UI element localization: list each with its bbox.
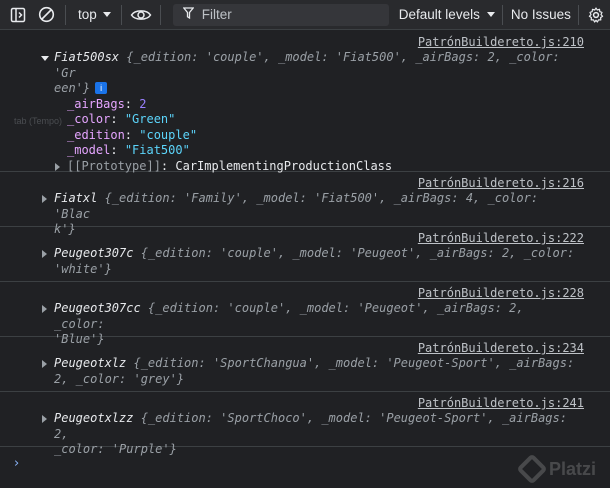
variable-name: Peugeot307c <box>54 246 134 260</box>
gear-icon[interactable] <box>587 6 605 24</box>
object-summary-line2: 2, _color: 'grey'} <box>54 371 185 386</box>
property-key: _edition <box>67 127 125 142</box>
chevron-down-icon <box>486 12 495 17</box>
filter-icon <box>182 7 195 22</box>
console-toolbar: top Default levels No Issues <box>0 0 610 30</box>
filter-input[interactable] <box>201 7 372 22</box>
prototype-value: CarImplementingProductionClass <box>175 158 393 173</box>
toolbar-divider <box>120 4 122 25</box>
log-levels-label: Default levels <box>398 7 480 22</box>
source-link[interactable]: PatrónBuildereto.js:234 <box>418 341 584 357</box>
property-row: _model: "Fiat500" <box>67 143 580 159</box>
property-row: _airBags: 2 <box>67 97 580 113</box>
object-preview[interactable]: Peugeot307c {_edition: 'couple', _model:… <box>42 246 580 262</box>
property-value: 2 <box>139 96 147 111</box>
variable-name: Fiat500sx <box>54 50 120 64</box>
console-message: PatrónBuildereto.js:222 Peugeot307c {_ed… <box>0 227 610 282</box>
variable-name: Peugeotxlz <box>54 356 127 370</box>
object-preview[interactable]: Fiat500sx {_edition: 'couple', _model: '… <box>41 50 580 81</box>
object-summary-line2: een'} <box>54 81 91 95</box>
toolbar-divider <box>577 4 579 25</box>
platzi-watermark: Platzi <box>516 453 596 485</box>
filter-box[interactable] <box>172 3 389 26</box>
source-link[interactable]: PatrónBuildereto.js:216 <box>418 176 584 192</box>
object-preview[interactable]: Peugeotxlz {_edition: 'SportChangua', _m… <box>42 356 580 372</box>
console-message: PatrónBuildereto.js:228 Peugeot307cc {_e… <box>0 282 610 346</box>
issues-button[interactable]: No Issues <box>511 7 571 22</box>
object-preview[interactable]: Peugeotxlzz {_edition: 'SportChoco', _mo… <box>42 411 580 442</box>
property-value: "Fiat500" <box>124 143 190 157</box>
console-message: PatrónBuildereto.js:216 Fiatxl {_edition… <box>0 172 610 236</box>
object-summary-wrap: een'} i <box>54 81 580 97</box>
console-output: tab (Tempo) PatrónBuildereto.js:210 Fiat… <box>0 31 610 488</box>
sidebar-icon[interactable] <box>9 6 27 24</box>
object-summary-line1: {_edition: 'couple', _model: 'Peugeot', … <box>133 246 575 260</box>
context-selector[interactable]: top <box>78 7 111 22</box>
variable-name: Peugeot307cc <box>54 301 141 315</box>
object-summary-line1: {_edition: 'Family', _model: 'Fiat500', … <box>54 191 539 221</box>
source-link[interactable]: PatrónBuildereto.js:228 <box>418 286 584 302</box>
property-row: _edition: "couple" <box>67 128 580 144</box>
eye-icon[interactable] <box>130 6 152 24</box>
object-summary-line1: {_edition: 'SportChangua', _model: 'Peug… <box>126 356 575 370</box>
chevron-down-icon <box>102 12 111 17</box>
platzi-logo-icon <box>516 453 548 485</box>
property-row: _color: "Green" <box>67 112 580 128</box>
source-link[interactable]: PatrónBuildereto.js:241 <box>418 396 584 412</box>
property-key: _color <box>67 112 111 126</box>
property-value: "couple" <box>139 127 198 142</box>
console-message: PatrónBuildereto.js:210 Fiat500sx {_edit… <box>0 31 610 173</box>
expand-arrow-icon[interactable] <box>42 360 47 368</box>
property-sep: : <box>110 112 125 126</box>
property-list: _airBags: 2 _color: "Green" _edition: "c… <box>67 97 580 159</box>
expand-arrow-icon[interactable] <box>42 195 47 203</box>
object-preview[interactable]: Peugeot307cc {_edition: 'couple', _model… <box>42 301 580 332</box>
object-summary-line2: 'white'} <box>54 261 112 276</box>
toolbar-divider <box>65 4 66 25</box>
console-message: PatrónBuildereto.js:241 Peugeotxlzz {_ed… <box>0 392 610 456</box>
property-value: "Green" <box>124 112 176 126</box>
variable-name: Fiatxl <box>54 191 98 205</box>
expand-arrow-icon[interactable] <box>42 305 47 313</box>
expand-arrow-icon[interactable] <box>55 162 60 171</box>
context-label: top <box>78 7 97 22</box>
source-link[interactable]: PatrónBuildereto.js:210 <box>418 35 584 51</box>
clear-icon[interactable] <box>37 6 55 24</box>
console-message: PatrónBuildereto.js:234 Peugeotxlz {_edi… <box>0 337 610 392</box>
property-sep: : <box>124 127 140 142</box>
object-summary-line1: {_edition: 'couple', _model: 'Fiat500', … <box>54 50 560 80</box>
info-icon[interactable]: i <box>95 82 108 94</box>
log-levels-dropdown[interactable]: Default levels <box>399 7 495 22</box>
property-key: _model <box>67 143 111 157</box>
object-preview[interactable]: Fiatxl {_edition: 'Family', _model: 'Fia… <box>42 191 580 222</box>
expand-arrow-icon[interactable] <box>42 250 47 258</box>
console-prompt[interactable]: › <box>14 456 19 471</box>
object-summary-line2: _color: 'Purple'} <box>54 442 177 456</box>
variable-name: Peugeotxlzz <box>54 411 134 425</box>
property-sep: : <box>110 143 125 157</box>
expand-arrow-icon[interactable] <box>41 56 49 61</box>
property-key: _airBags <box>67 96 125 111</box>
watermark-text: Platzi <box>548 458 596 479</box>
toolbar-divider <box>501 4 503 25</box>
prototype-key: [[Prototype]] <box>67 158 161 173</box>
source-link[interactable]: PatrónBuildereto.js:222 <box>418 231 584 247</box>
expand-arrow-icon[interactable] <box>42 415 47 423</box>
property-sep: : <box>124 96 140 111</box>
toolbar-divider <box>159 4 161 25</box>
